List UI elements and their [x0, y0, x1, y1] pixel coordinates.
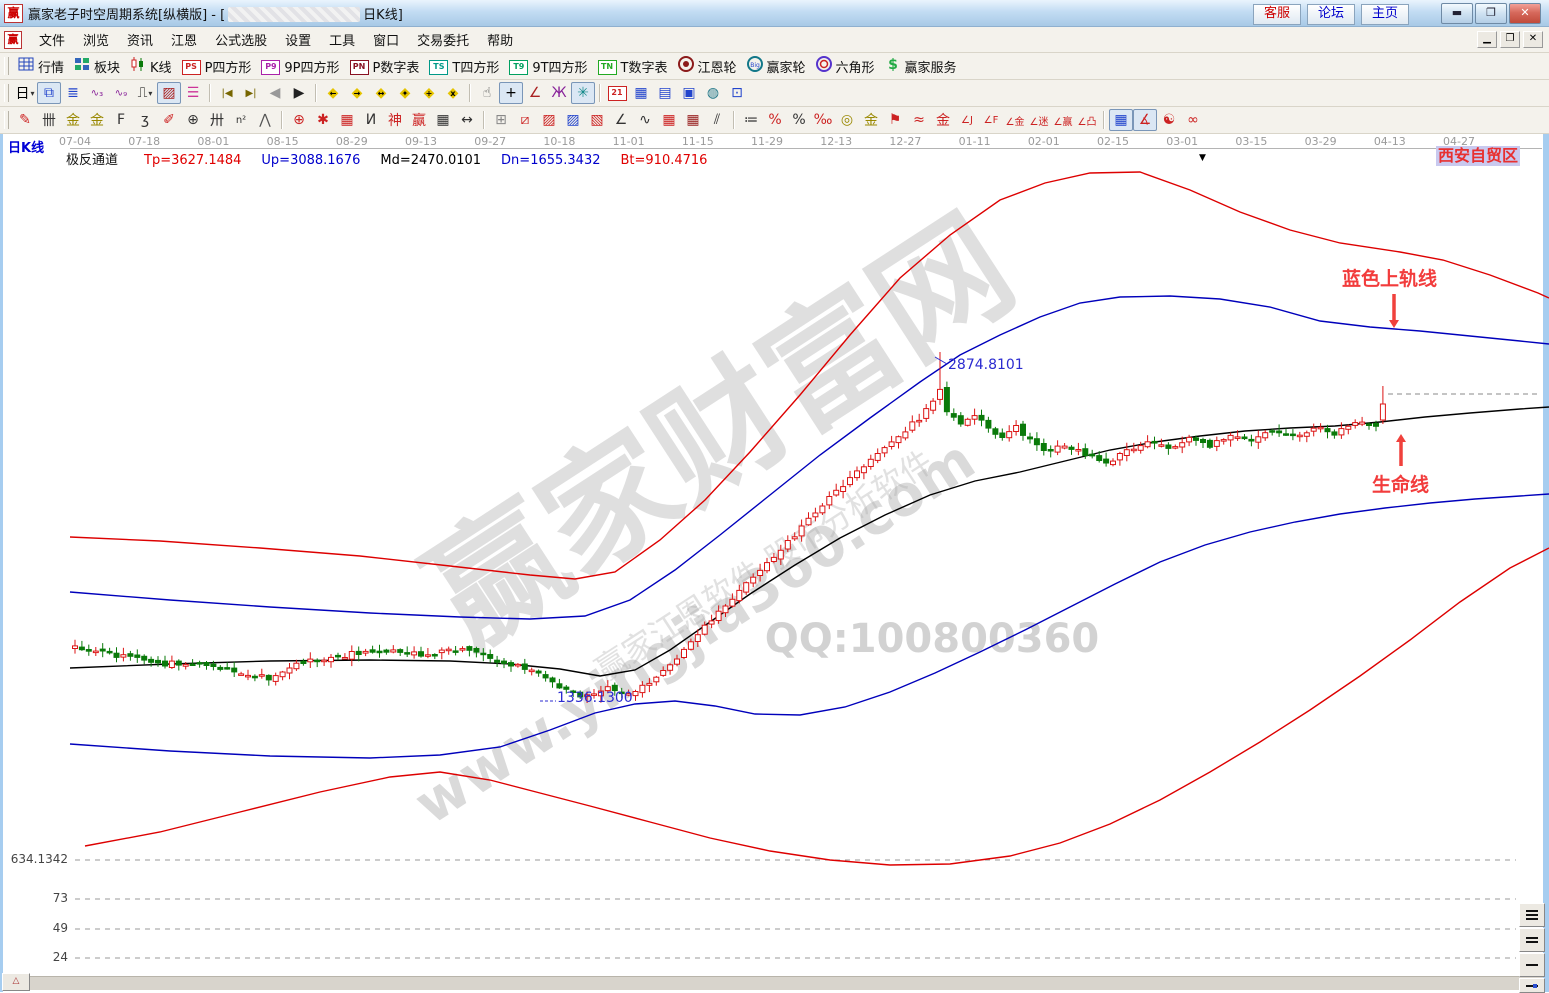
indicator-value-3: Dn=1655.3432 — [501, 153, 600, 168]
x-tick-label: 11-29 — [745, 135, 789, 148]
expand-panel-button[interactable]: △ — [2, 973, 30, 991]
candle-wide-button[interactable] — [1519, 953, 1545, 977]
peak-price-label: 2874.8101 — [948, 357, 1024, 373]
candle-dense-button[interactable] — [1519, 903, 1545, 927]
indicator-header: 极反通道 Tp=3627.1484 Up=3088.1676 Md=2470.0101… — [66, 149, 727, 168]
x-tick-label: 09-27 — [468, 135, 512, 148]
candle-slider-button[interactable] — [1519, 978, 1545, 993]
x-tick-label: 12-27 — [883, 135, 927, 148]
x-tick-label: 04-13 — [1368, 135, 1412, 148]
x-tick-label: 08-01 — [191, 135, 235, 148]
trough-price-label: 1336.1300 — [557, 690, 633, 706]
indicator-value-4: Bt=910.4716 — [621, 153, 708, 168]
x-tick-label: 07-18 — [122, 135, 166, 148]
x-tick-label: 11-15 — [676, 135, 720, 148]
x-tick-label: 12-13 — [814, 135, 858, 148]
indicator-value-1: Up=3088.1676 — [261, 153, 360, 168]
x-tick-label: 10-18 — [537, 135, 581, 148]
svg-text:QQ:100800360: QQ:100800360 — [765, 616, 1100, 662]
x-tick-label: 01-11 — [953, 135, 997, 148]
x-tick-label: 03-15 — [1229, 135, 1273, 148]
x-tick-label: 07-04 — [53, 135, 97, 148]
region-tag-label: 西安自贸区 — [1436, 146, 1520, 166]
x-tick-label: 03-29 — [1299, 135, 1343, 148]
x-tick-label: 02-15 — [1091, 135, 1135, 148]
lower-scale-label: 24 — [4, 950, 68, 964]
top-marker-icon: ▼ — [1199, 153, 1206, 163]
indicator-name[interactable]: 极反通道 — [66, 153, 118, 168]
annotation-life-line: 生命线 — [1372, 470, 1429, 497]
period-label: 日K线 — [8, 137, 44, 156]
lower-scale-label: 49 — [4, 921, 68, 935]
indicator-value-2: Md=2470.0101 — [380, 153, 481, 168]
x-tick-label: 08-15 — [261, 135, 305, 148]
app-window: { "window": { "app_title": "赢家老子时空周期系统[纵… — [0, 0, 1549, 992]
x-tick-label: 03-01 — [1160, 135, 1204, 148]
status-bar — [3, 976, 1543, 990]
lower-scale-label: 73 — [4, 891, 68, 905]
x-tick-label: 09-13 — [399, 135, 443, 148]
lower-scale-label: 634.1342 — [4, 852, 68, 866]
annotation-blue-upper-line: 蓝色上轨线 — [1342, 264, 1437, 291]
x-tick-label: 08-29 — [330, 135, 374, 148]
indicator-value-0: Tp=3627.1484 — [144, 153, 241, 168]
candle-medium-button[interactable] — [1519, 928, 1545, 952]
x-tick-label: 11-01 — [607, 135, 651, 148]
x-tick-label: 02-01 — [1022, 135, 1066, 148]
